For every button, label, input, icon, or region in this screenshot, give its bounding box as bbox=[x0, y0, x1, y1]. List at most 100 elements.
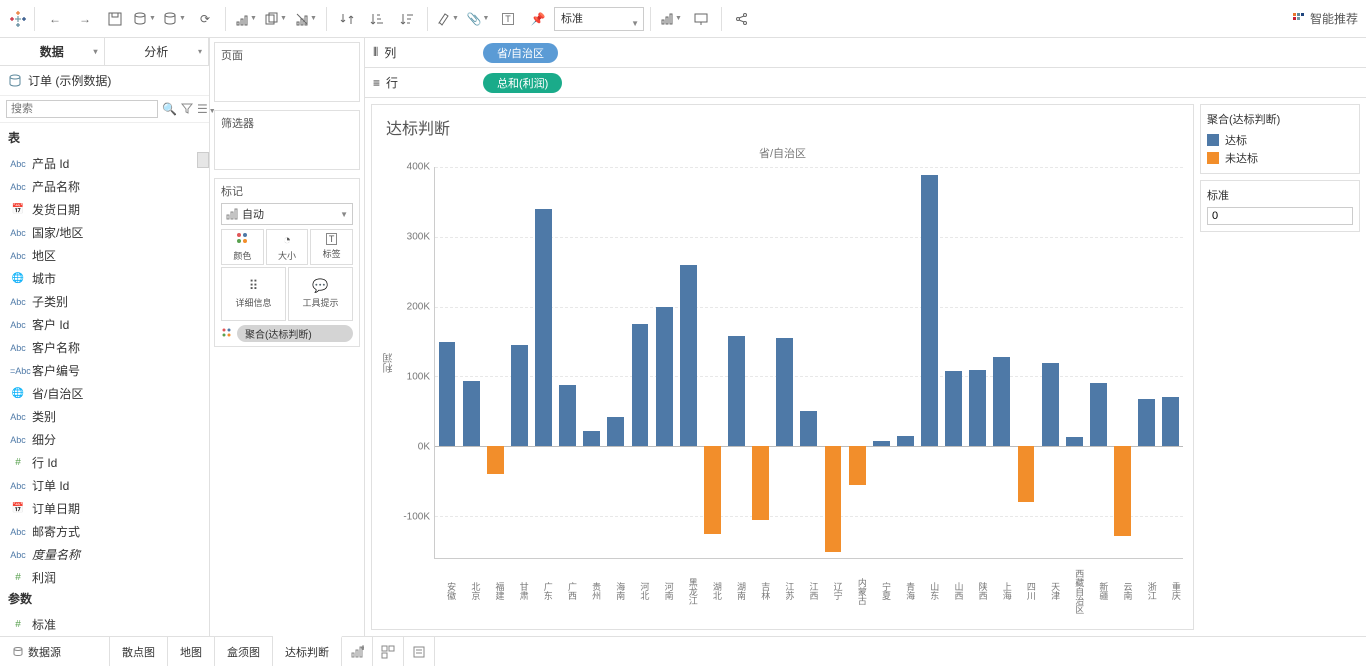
color-button[interactable]: 颜色 bbox=[221, 229, 264, 265]
bar-广东[interactable] bbox=[535, 209, 552, 446]
bar-辽宁[interactable] bbox=[825, 446, 842, 552]
bar-山东[interactable] bbox=[921, 175, 938, 446]
bar-陕西[interactable] bbox=[969, 370, 986, 447]
filters-shelf[interactable]: 筛选器 bbox=[214, 110, 360, 170]
field-邮寄方式[interactable]: Abc邮寄方式 bbox=[0, 520, 209, 543]
forward-button[interactable]: → bbox=[71, 5, 99, 33]
color-pill[interactable]: 聚合(达标判断) bbox=[237, 325, 353, 342]
field-子类别[interactable]: Abc子类别 bbox=[0, 290, 209, 313]
sheet-tab-盒须图[interactable]: 盒须图 bbox=[215, 637, 273, 666]
field-产品名称[interactable]: Abc产品名称 bbox=[0, 175, 209, 198]
share-button[interactable] bbox=[728, 5, 756, 33]
sort-asc-button[interactable] bbox=[363, 5, 391, 33]
bar-广西[interactable] bbox=[559, 385, 576, 446]
filter-icon[interactable] bbox=[181, 102, 193, 117]
rows-shelf[interactable]: ≡行 总和(利润) bbox=[365, 68, 1366, 98]
field-客户编号[interactable]: =Abc客户编号 bbox=[0, 359, 209, 382]
bar-江西[interactable] bbox=[800, 411, 817, 446]
field-细分[interactable]: Abc细分 bbox=[0, 428, 209, 451]
new-worksheet-button[interactable]: ▼ bbox=[232, 5, 260, 33]
labels-button[interactable]: T bbox=[494, 5, 522, 33]
legend-item[interactable]: 未达标 bbox=[1207, 149, 1353, 167]
swap-button[interactable] bbox=[333, 5, 361, 33]
field-客户 Id[interactable]: Abc客户 Id bbox=[0, 313, 209, 336]
back-button[interactable]: ← bbox=[41, 5, 69, 33]
field-行 Id[interactable]: #行 Id bbox=[0, 451, 209, 474]
duplicate-button[interactable]: ▼ bbox=[262, 5, 290, 33]
field-订单 Id[interactable]: Abc订单 Id bbox=[0, 474, 209, 497]
bar-福建[interactable] bbox=[487, 446, 504, 474]
sheet-tab-达标判断[interactable]: 达标判断 bbox=[273, 636, 342, 666]
sheet-tab-地图[interactable]: 地图 bbox=[168, 637, 215, 666]
field-客户名称[interactable]: Abc客户名称 bbox=[0, 336, 209, 359]
pages-shelf[interactable]: 页面 bbox=[214, 42, 360, 102]
bar-云南[interactable] bbox=[1114, 446, 1131, 535]
param-标准[interactable]: #标准 bbox=[0, 613, 209, 636]
group-button[interactable]: 📎▼ bbox=[464, 5, 492, 33]
bar-浙江[interactable] bbox=[1138, 399, 1155, 446]
bar-西藏自治区[interactable] bbox=[1066, 437, 1083, 447]
label-button[interactable]: T标签 bbox=[310, 229, 353, 265]
bar-吉林[interactable] bbox=[752, 446, 769, 519]
bar-上海[interactable] bbox=[993, 357, 1010, 446]
datasource-tab[interactable]: 数据源 bbox=[0, 637, 110, 666]
bar-重庆[interactable] bbox=[1162, 397, 1179, 446]
field-产品 Id[interactable]: Abc产品 Id bbox=[0, 152, 209, 175]
fit-select[interactable]: 标准 bbox=[554, 7, 644, 31]
bar-海南[interactable] bbox=[607, 417, 624, 446]
presentation-button[interactable] bbox=[687, 5, 715, 33]
sort-desc-button[interactable] bbox=[393, 5, 421, 33]
field-订单日期[interactable]: 📅订单日期 bbox=[0, 497, 209, 520]
field-国家/地区[interactable]: Abc国家/地区 bbox=[0, 221, 209, 244]
columns-shelf[interactable]: ⦀列 省/自治区 bbox=[365, 38, 1366, 68]
tooltip-button[interactable]: 💬工具提示 bbox=[288, 267, 353, 321]
new-dashboard-tab[interactable] bbox=[373, 637, 404, 666]
parameter-input[interactable] bbox=[1207, 207, 1353, 225]
mark-type-select[interactable]: 自动 bbox=[221, 203, 353, 225]
bar-青海[interactable] bbox=[897, 436, 914, 446]
field-类别[interactable]: Abc类别 bbox=[0, 405, 209, 428]
columns-pill[interactable]: 省/自治区 bbox=[483, 43, 558, 63]
plot[interactable] bbox=[434, 167, 1183, 559]
bar-河南[interactable] bbox=[656, 307, 673, 447]
bar-内蒙古[interactable] bbox=[849, 446, 866, 484]
rows-pill[interactable]: 总和(利润) bbox=[483, 73, 562, 93]
bar-江苏[interactable] bbox=[776, 338, 793, 446]
bar-湖南[interactable] bbox=[728, 336, 745, 446]
bar-天津[interactable] bbox=[1042, 363, 1059, 447]
bar-北京[interactable] bbox=[463, 381, 480, 446]
clear-button[interactable]: ▼ bbox=[292, 5, 320, 33]
new-datasource-button[interactable]: ▼ bbox=[131, 5, 159, 33]
scrollbar[interactable] bbox=[197, 152, 209, 168]
bar-黑龙江[interactable] bbox=[680, 265, 697, 447]
refresh-button[interactable]: ⟳ bbox=[191, 5, 219, 33]
bar-四川[interactable] bbox=[1018, 446, 1035, 502]
detail-button[interactable]: ⠿详细信息 bbox=[221, 267, 286, 321]
field-利润[interactable]: #利润 bbox=[0, 566, 209, 584]
search-icon[interactable]: 🔍 bbox=[162, 102, 177, 116]
bar-贵州[interactable] bbox=[583, 431, 600, 446]
bar-甘肃[interactable] bbox=[511, 345, 528, 446]
tab-analysis[interactable]: 分析▾ bbox=[105, 38, 210, 65]
tab-data[interactable]: 数据▾ bbox=[0, 38, 105, 65]
legend-item[interactable]: 达标 bbox=[1207, 131, 1353, 149]
field-地区[interactable]: Abc地区 bbox=[0, 244, 209, 267]
field-城市[interactable]: 🌐城市 bbox=[0, 267, 209, 290]
size-button[interactable]: ◔大小 bbox=[266, 229, 309, 265]
bar-宁夏[interactable] bbox=[873, 441, 890, 447]
field-度量名称[interactable]: Abc度量名称 bbox=[0, 543, 209, 566]
new-worksheet-tab[interactable]: + bbox=[342, 637, 373, 666]
legend-card[interactable]: 聚合(达标判断) 达标未达标 bbox=[1200, 104, 1360, 174]
pin-button[interactable]: 📌 bbox=[524, 5, 552, 33]
bar-山西[interactable] bbox=[945, 371, 962, 446]
parameter-card[interactable]: 标准 bbox=[1200, 180, 1360, 232]
datasource-item[interactable]: 订单 (示例数据) bbox=[0, 66, 209, 95]
show-me-button[interactable]: 智能推荐 bbox=[1292, 10, 1358, 27]
bar-安徽[interactable] bbox=[439, 342, 456, 447]
sheet-tab-散点图[interactable]: 散点图 bbox=[110, 637, 168, 666]
field-省/自治区[interactable]: 🌐省/自治区 bbox=[0, 382, 209, 405]
field-发货日期[interactable]: 📅发货日期 bbox=[0, 198, 209, 221]
bar-河北[interactable] bbox=[632, 324, 649, 446]
bar-湖北[interactable] bbox=[704, 446, 721, 533]
bar-新疆[interactable] bbox=[1090, 383, 1107, 446]
